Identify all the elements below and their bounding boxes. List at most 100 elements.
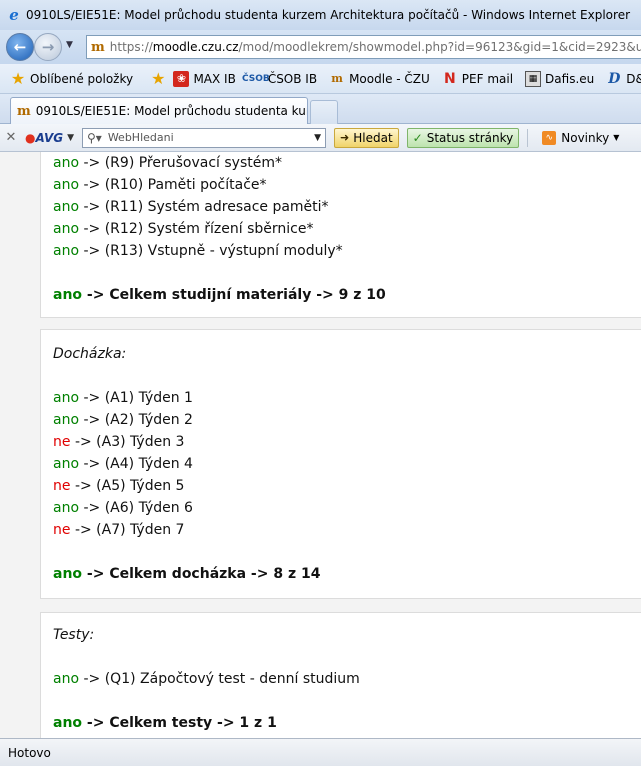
item-text: -> (A2) Týden 2: [83, 412, 193, 428]
favorite-link-maxib[interactable]: ❀ MAX IB: [173, 70, 236, 87]
favorite-link-moodle[interactable]: m Moodle - ČZU: [329, 71, 430, 87]
toolbar-separator: [527, 128, 529, 147]
favorites-label: Oblíbené položky: [30, 71, 134, 86]
total-text: -> Celkem docházka -> 8 z 14: [86, 566, 321, 582]
navigation-bar: ← → ▼ m https:// moodle.czu.cz /mod/mood…: [0, 30, 641, 64]
chevron-down-icon: ▼: [613, 133, 620, 142]
favorite-link-label: PEF mail: [461, 71, 514, 86]
item-text: -> (A7) Týden 7: [74, 522, 185, 538]
url-prefix: https://: [109, 40, 153, 54]
list-item: ano -> (A4) Týden 4: [53, 456, 193, 472]
avg-search-input[interactable]: ⚲▾ WebHledani ▼: [82, 127, 327, 148]
list-item: ne -> (A7) Týden 7: [53, 522, 184, 538]
moodle-icon: m: [331, 72, 343, 85]
favorite-link-label: Dafis.eu: [545, 71, 595, 86]
hledat-label: Hledat: [353, 130, 393, 145]
list-item: ano -> (R13) Vstupně - výstupní moduly*: [53, 243, 343, 259]
status-ano: ano: [53, 456, 80, 472]
status-ano: ano: [53, 155, 80, 171]
favorite-link-dafis[interactable]: ▦ Dafis.eu: [525, 70, 595, 87]
forward-button[interactable]: →: [34, 33, 62, 61]
favorite-link-pef-mail[interactable]: N PEF mail: [442, 71, 513, 87]
add-favorite-icon[interactable]: ★: [151, 69, 165, 88]
arrow-right-icon: ➜: [340, 131, 350, 144]
status-ano: ano: [53, 566, 83, 582]
list-item: ano -> (R12) Systém řízení sběrnice*: [53, 221, 314, 237]
list-item: ne -> (A5) Týden 5: [53, 478, 184, 494]
novinky-button[interactable]: ∿ Novinky ▼: [536, 128, 625, 148]
list-item: ne -> (A3) Týden 3: [53, 434, 184, 450]
favorites-button[interactable]: ★ Oblíbené položky: [10, 69, 134, 88]
item-text: -> (R10) Paměti počítače*: [83, 177, 267, 193]
recent-pages-dropdown-icon[interactable]: ▼: [66, 40, 73, 50]
section-tests: Testy: ano -> (Q1) Zápočtový test - denn…: [40, 612, 641, 738]
section-heading: Docházka:: [53, 346, 127, 362]
hledat-button[interactable]: ➜ Hledat: [334, 127, 399, 148]
dafis-icon: ▦: [525, 70, 542, 87]
window-title-bar: e 0910LS/EIE51E: Model průchodu studenta…: [0, 0, 641, 30]
status-ano: ano: [53, 221, 80, 237]
close-toolbar-icon[interactable]: ✕: [3, 130, 19, 145]
item-text: -> (A3) Týden 3: [74, 434, 185, 450]
status-ano: ano: [53, 500, 80, 516]
arrow-right-icon: →: [41, 38, 55, 56]
section-attendance: Docházka: ano -> (A1) Týden 1 ano -> (A2…: [40, 329, 641, 599]
status-ne: ne: [53, 522, 71, 538]
item-text: -> (R9) Přerušovací systém*: [83, 155, 282, 171]
total-text: -> Celkem testy -> 1 z 1: [86, 715, 277, 731]
pef-mail-icon: N: [443, 70, 456, 87]
search-dropdown-icon[interactable]: ▼: [314, 133, 321, 143]
status-ano: ano: [53, 287, 83, 303]
section-study-materials: ano -> (R9) Přerušovací systém* ano -> (…: [40, 152, 641, 318]
status-stranky-label: Status stránky: [426, 130, 514, 145]
list-item: ano -> (R9) Přerušovací systém*: [53, 155, 282, 171]
page-content: ano -> (R9) Přerušovací systém* ano -> (…: [0, 152, 641, 738]
new-tab-button[interactable]: [310, 100, 338, 124]
tab-active[interactable]: m 0910LS/EIE51E: Model průchodu studenta…: [10, 97, 308, 124]
status-ano: ano: [53, 199, 80, 215]
star-icon: ★: [10, 69, 26, 88]
arrow-left-icon: ←: [13, 38, 27, 56]
avg-logo[interactable]: ●AVG: [25, 131, 63, 145]
status-stranky-button[interactable]: ✓ Status stránky: [406, 127, 520, 148]
favorite-link-label: MAX IB: [193, 71, 236, 86]
list-item: ano -> (A1) Týden 1: [53, 390, 193, 406]
rss-icon: ∿: [542, 130, 557, 145]
section-total: ano -> Celkem testy -> 1 z 1: [53, 715, 277, 731]
item-text: -> (A5) Týden 5: [74, 478, 185, 494]
item-text: -> (R13) Vstupně - výstupní moduly*: [83, 243, 343, 259]
item-text: -> (A1) Týden 1: [83, 390, 193, 406]
section-total: ano -> Celkem studijní materiály -> 9 z …: [53, 287, 386, 303]
status-ano: ano: [53, 243, 80, 259]
status-ne: ne: [53, 434, 71, 450]
tab-label: 0910LS/EIE51E: Model průchodu studenta k…: [35, 104, 307, 118]
list-item: ano -> (R11) Systém adresace paměti*: [53, 199, 329, 215]
list-item: ano -> (R10) Paměti počítače*: [53, 177, 267, 193]
checkmark-icon: ✓: [412, 130, 423, 145]
item-text: -> (R11) Systém adresace paměti*: [83, 199, 329, 215]
search-placeholder: WebHledani: [107, 131, 174, 144]
novinky-label: Novinky: [561, 130, 610, 145]
total-text: -> Celkem studijní materiály -> 9 z 10: [86, 287, 386, 303]
url-host: moodle.czu.cz: [152, 40, 239, 54]
status-ano: ano: [53, 177, 80, 193]
item-text: -> (A4) Týden 4: [83, 456, 193, 472]
status-ano: ano: [53, 412, 80, 428]
url-path: /mod/moodlekrem/showmodel.php?id=96123&g…: [238, 40, 641, 54]
address-field[interactable]: m https:// moodle.czu.cz /mod/moodlekrem…: [86, 35, 641, 59]
maxib-icon: ❀: [173, 70, 190, 87]
favorite-link-csob[interactable]: ČSOB ČSOB IB: [242, 71, 317, 87]
status-ano: ano: [53, 390, 80, 406]
avg-menu-dropdown-icon[interactable]: ▼: [67, 133, 74, 143]
search-icon: ⚲▾: [87, 130, 102, 145]
favorite-link-dd[interactable]: D D&D: [606, 71, 641, 87]
moodle-favicon-icon: m: [91, 39, 105, 55]
status-ano: ano: [53, 715, 83, 731]
list-item: ano -> (Q1) Zápočtový test - denní studi…: [53, 671, 360, 687]
status-ne: ne: [53, 478, 71, 494]
back-button[interactable]: ←: [6, 33, 34, 61]
tab-strip: m 0910LS/EIE51E: Model průchodu studenta…: [0, 94, 641, 124]
avg-toolbar: ✕ ●AVG ▼ ⚲▾ WebHledani ▼ ➜ Hledat ✓ Stat…: [0, 124, 641, 152]
favorite-link-label: D&D: [626, 71, 641, 86]
status-ano: ano: [53, 671, 80, 687]
